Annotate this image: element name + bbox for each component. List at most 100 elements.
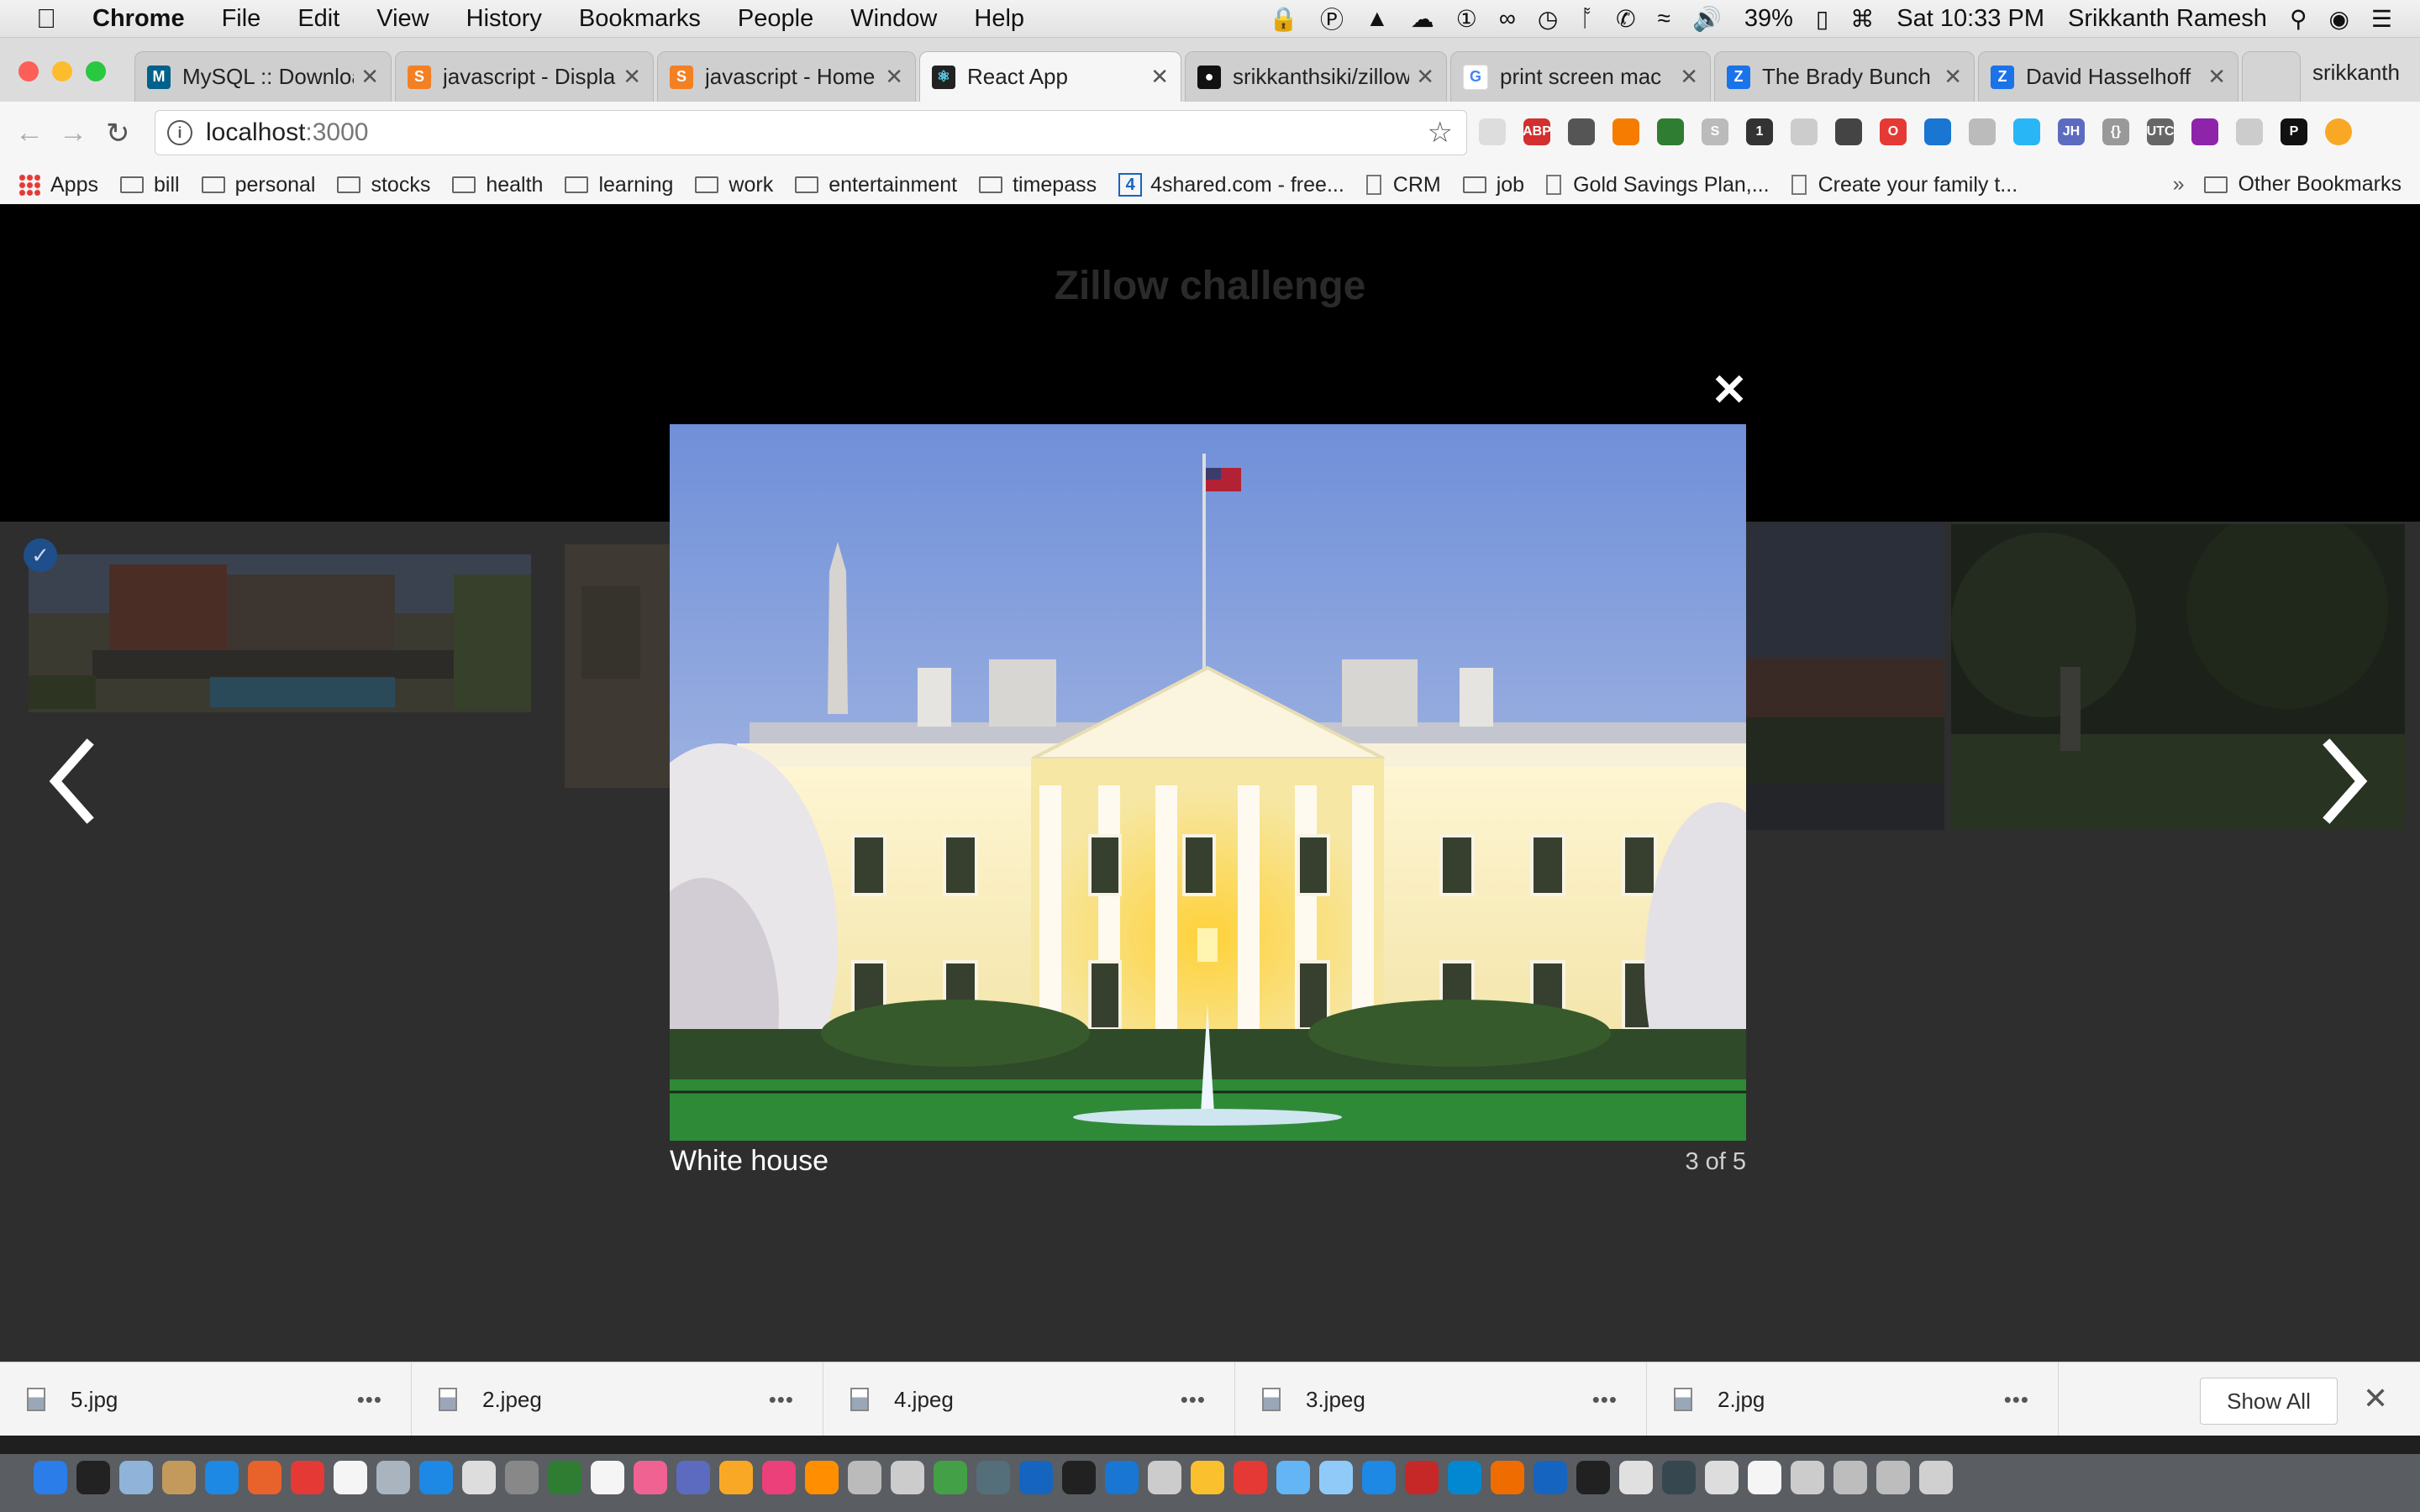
- skype-icon[interactable]: [1448, 1461, 1481, 1494]
- tab-close-icon[interactable]: ✕: [1680, 64, 1698, 90]
- notes-icon[interactable]: [334, 1461, 367, 1494]
- preview-icon[interactable]: [119, 1461, 153, 1494]
- photos-icon[interactable]: [634, 1461, 667, 1494]
- tab-close-icon[interactable]: ✕: [1944, 64, 1962, 90]
- eyedropper-icon[interactable]: [1657, 118, 1684, 145]
- download-item[interactable]: 4.jpeg •••: [823, 1362, 1235, 1436]
- lightbulb-icon[interactable]: [1835, 118, 1862, 145]
- tab-github[interactable]: ● srikkanthsiki/zillow ✕: [1185, 51, 1447, 102]
- bookmark-star-icon[interactable]: ☆: [1428, 116, 1453, 150]
- app-store-icon[interactable]: [419, 1461, 453, 1494]
- battery-icon[interactable]: ▯: [1816, 5, 1828, 33]
- download-item[interactable]: 5.jpg •••: [0, 1362, 412, 1436]
- menu-bookmarks[interactable]: Bookmarks: [579, 5, 701, 33]
- paperclip-icon[interactable]: ∞: [1499, 5, 1516, 32]
- skype-extension-icon[interactable]: S: [1702, 118, 1728, 145]
- people-icon[interactable]: [1969, 118, 1996, 145]
- tab-close-icon[interactable]: ✕: [1150, 64, 1169, 90]
- tab-close-icon[interactable]: ✕: [1416, 64, 1434, 90]
- app-icon[interactable]: [1148, 1461, 1181, 1494]
- bookmark-folder-timepass[interactable]: timepass: [979, 173, 1097, 197]
- download-options-icon[interactable]: •••: [357, 1387, 382, 1413]
- reload-icon[interactable]: ↻: [106, 117, 130, 150]
- tab-close-icon[interactable]: ✕: [623, 64, 641, 90]
- apple-menu-icon[interactable]: : [0, 3, 92, 34]
- bookmark-folder-personal[interactable]: personal: [201, 173, 315, 197]
- ibooks-icon[interactable]: [805, 1461, 839, 1494]
- bookmark-folder-stocks[interactable]: stocks: [337, 173, 430, 197]
- bookmark-folder-entertainment[interactable]: entertainment: [795, 173, 957, 197]
- update-menu-icon[interactable]: [2325, 118, 2352, 145]
- zoom-window-button[interactable]: [86, 61, 106, 81]
- download-item[interactable]: 2.jpeg •••: [412, 1362, 823, 1436]
- keyboard-icon[interactable]: ⌘: [1850, 5, 1874, 33]
- close-window-button[interactable]: [18, 61, 39, 81]
- battery-percent[interactable]: 39%: [1744, 5, 1793, 33]
- app-icon[interactable]: [1619, 1461, 1653, 1494]
- json-icon[interactable]: {}: [2102, 118, 2129, 145]
- tab-mysql[interactable]: M MySQL :: Downloa ✕: [134, 51, 392, 102]
- pocket-icon[interactable]: [1568, 118, 1595, 145]
- tab-brady-bunch[interactable]: Z The Brady Bunch ✕: [1714, 51, 1975, 102]
- siri-icon[interactable]: ◉: [2328, 5, 2349, 33]
- document-icon[interactable]: [1748, 1461, 1781, 1494]
- system-preferences-icon[interactable]: [505, 1461, 539, 1494]
- menu-window[interactable]: Window: [850, 5, 937, 33]
- time-machine-icon[interactable]: ◷: [1538, 5, 1558, 33]
- app-icon[interactable]: [376, 1461, 410, 1494]
- spotlight-search-icon[interactable]: ⚲: [2290, 5, 2307, 33]
- download-options-icon[interactable]: •••: [2004, 1387, 2029, 1413]
- phone-icon[interactable]: ✆: [1616, 5, 1635, 33]
- bookmark-apps[interactable]: Apps: [0, 173, 98, 197]
- safari-icon[interactable]: [205, 1461, 239, 1494]
- extension-icon[interactable]: [1479, 118, 1506, 145]
- skype-icon[interactable]: Ⓟ: [1320, 2, 1344, 35]
- adblock-plus-icon[interactable]: ABP: [1523, 118, 1551, 145]
- activity-monitor-icon[interactable]: [76, 1461, 110, 1494]
- extension-gray-icon[interactable]: [1791, 118, 1818, 145]
- download-item[interactable]: 3.jpeg •••: [1235, 1362, 1647, 1436]
- minimize-window-button[interactable]: [52, 61, 72, 81]
- jh-icon[interactable]: JH: [2058, 118, 2085, 145]
- bookmark-gold-savings[interactable]: Gold Savings Plan,...: [1546, 173, 1770, 197]
- trash-icon[interactable]: [1919, 1461, 1953, 1494]
- excel-icon[interactable]: [548, 1461, 581, 1494]
- intellij-icon[interactable]: [1576, 1461, 1610, 1494]
- bookmark-folder-health[interactable]: health: [452, 173, 543, 197]
- download-item[interactable]: 2.jpg •••: [1647, 1362, 2059, 1436]
- app-icon[interactable]: [1791, 1461, 1824, 1494]
- volume-icon[interactable]: 🔊: [1692, 5, 1722, 33]
- 1password-extension-icon[interactable]: 1: [1746, 118, 1773, 145]
- app-icon[interactable]: [1405, 1461, 1439, 1494]
- app-icon[interactable]: [976, 1461, 1010, 1494]
- coffee-icon[interactable]: [462, 1461, 496, 1494]
- tab-close-icon[interactable]: ✕: [360, 64, 379, 90]
- vscode-icon[interactable]: [1534, 1461, 1567, 1494]
- previous-arrow-icon[interactable]: [44, 735, 103, 827]
- bookmark-folder-work[interactable]: work: [695, 173, 773, 197]
- next-arrow-icon[interactable]: [2314, 735, 2373, 827]
- app-icon[interactable]: [1362, 1461, 1396, 1494]
- bookmark-folder-learning[interactable]: learning: [565, 173, 673, 197]
- show-all-downloads-button[interactable]: Show All: [2200, 1378, 2338, 1425]
- lock-icon[interactable]: 🔒: [1269, 5, 1298, 33]
- app-icon[interactable]: [1662, 1461, 1696, 1494]
- globe-clock-icon[interactable]: [1924, 118, 1951, 145]
- bookmark-folder-job[interactable]: job: [1462, 173, 1524, 197]
- tab-react-app[interactable]: ⚛ React App ✕: [919, 51, 1181, 102]
- menu-history[interactable]: History: [466, 5, 542, 33]
- tab-close-icon[interactable]: ✕: [885, 64, 903, 90]
- stack-icon[interactable]: [2013, 118, 2040, 145]
- bookmark-crm[interactable]: CRM: [1365, 173, 1441, 197]
- menu-people[interactable]: People: [738, 5, 813, 33]
- close-downloads-bar-icon[interactable]: ✕: [2363, 1381, 2388, 1416]
- mail-icon[interactable]: [291, 1461, 324, 1494]
- bookmark-4shared[interactable]: 4 4shared.com - free...: [1118, 173, 1344, 197]
- tab-javascript-home[interactable]: S javascript - Home ✕: [657, 51, 916, 102]
- app-icon[interactable]: [1276, 1461, 1310, 1494]
- menu-edit[interactable]: Edit: [297, 5, 339, 33]
- bookmarks-overflow-chevron-icon[interactable]: »: [2173, 172, 2185, 197]
- download-options-icon[interactable]: •••: [1181, 1387, 1206, 1413]
- site-info-icon[interactable]: i: [167, 120, 192, 145]
- extension-orange-icon[interactable]: [1612, 118, 1639, 145]
